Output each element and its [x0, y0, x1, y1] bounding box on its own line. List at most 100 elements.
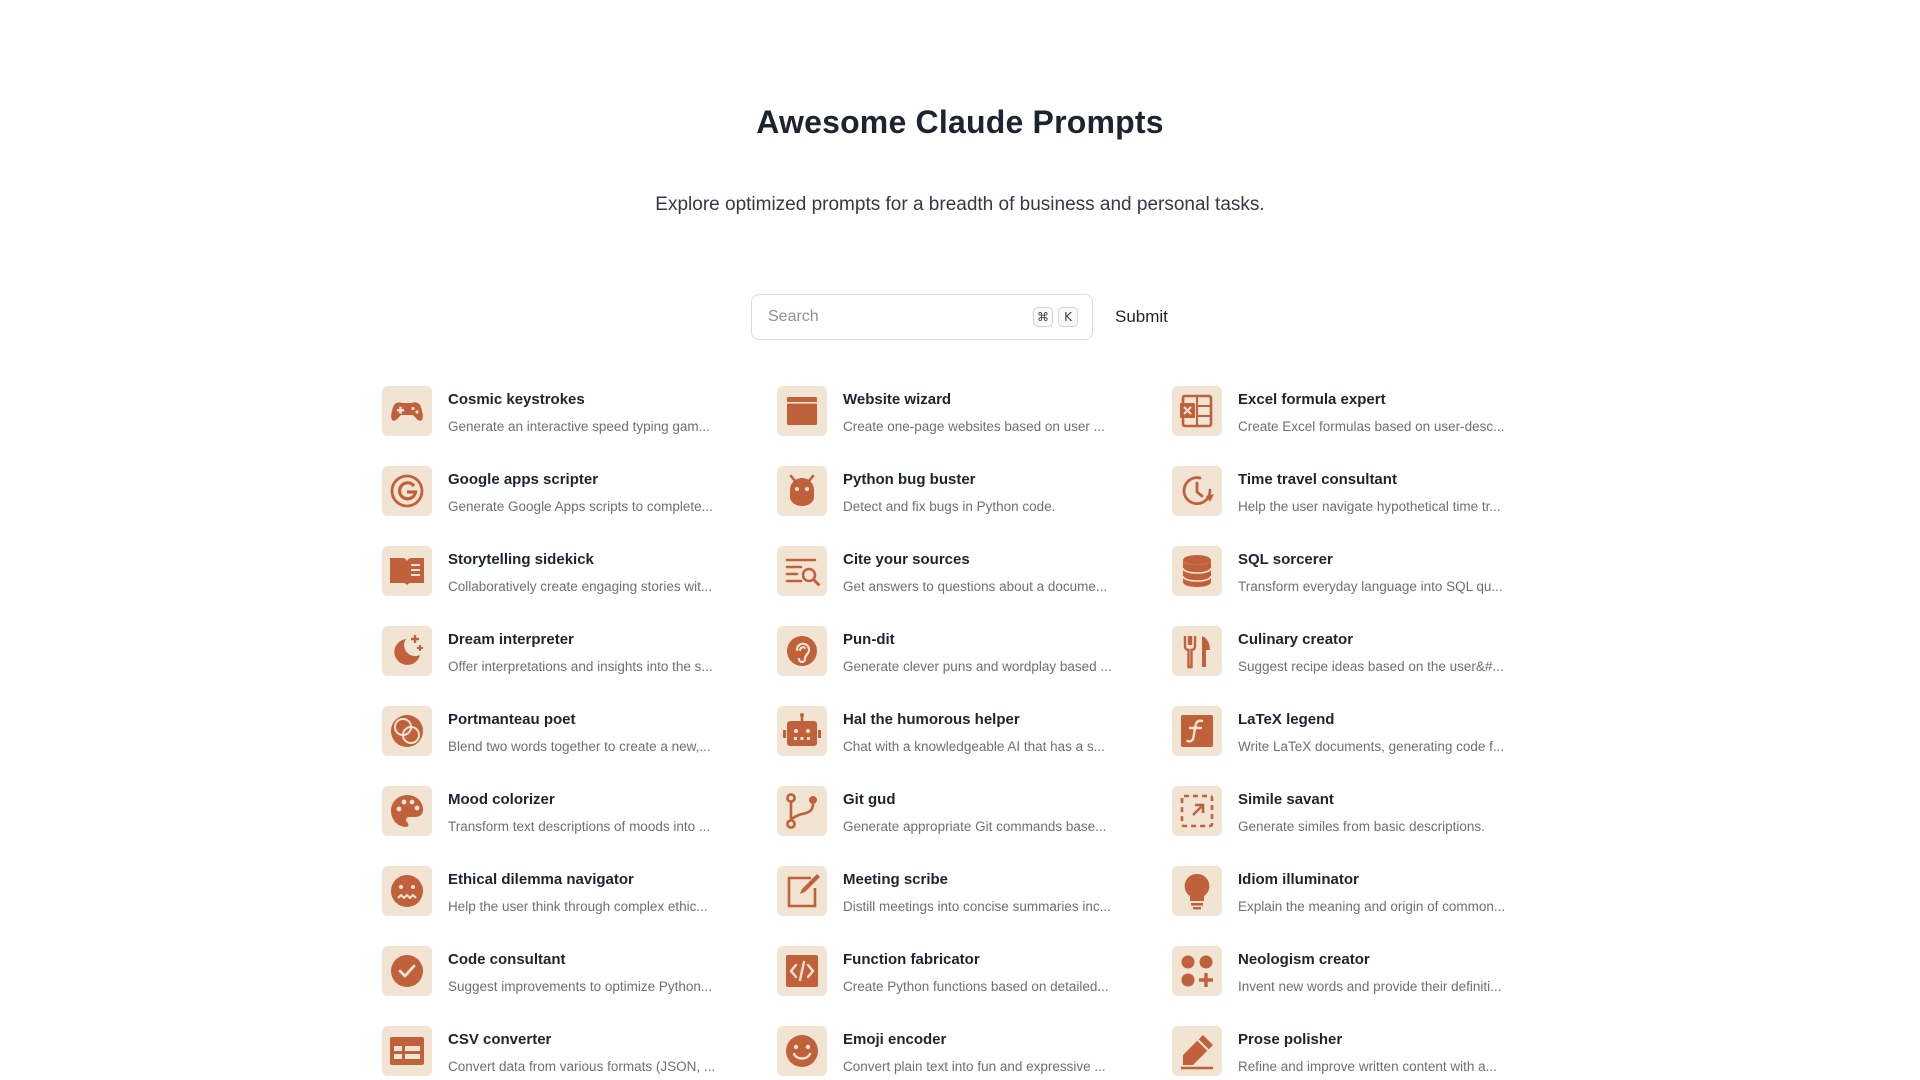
prompt-description: Generate clever puns and wordplay based … — [843, 659, 1112, 674]
search-box[interactable]: ⌘ K — [751, 294, 1093, 340]
prompt-title: Emoji encoder — [843, 1031, 947, 1048]
prompt-card[interactable]: Website wizard Create one-page websites b… — [777, 386, 1172, 466]
prompt-card[interactable]: Neologism creator Invent new words and pr… — [1172, 946, 1542, 1026]
prompt-title: Simile savant — [1238, 791, 1334, 808]
browser-window-icon — [777, 386, 827, 436]
prompt-description: Transform text descriptions of moods int… — [448, 819, 711, 834]
prompt-card[interactable]: Hal the humorous helper Chat with a knowl… — [777, 706, 1172, 786]
prompt-title: Idiom illuminator — [1238, 871, 1359, 888]
spreadsheet-icon — [1172, 386, 1222, 436]
prompt-description: Create Python functions based on detaile… — [843, 979, 1109, 994]
prompt-card[interactable]: Emoji encoder Convert plain text into fun… — [777, 1026, 1172, 1080]
prompt-title: Portmanteau poet — [448, 711, 576, 728]
prompt-description: Generate appropriate Git commands base..… — [843, 819, 1107, 834]
prompt-card[interactable]: Mood colorizer Transform text description… — [382, 786, 777, 866]
prompt-title: Hal the humorous helper — [843, 711, 1020, 728]
note-pencil-icon — [777, 866, 827, 916]
clock-icon — [1172, 466, 1222, 516]
prompt-card[interactable]: Dream interpreter Offer interpretations a… — [382, 626, 777, 706]
prompt-card-text: CSV converter Convert data from various f… — [448, 1026, 728, 1074]
circles-plus-icon — [1172, 946, 1222, 996]
fork-knife-icon — [1172, 626, 1222, 676]
prompt-card-text: Website wizard Create one-page websites b… — [843, 386, 1123, 434]
prompt-card[interactable]: Cosmic keystrokes Generate an interactive… — [382, 386, 777, 466]
prompt-title: Cosmic keystrokes — [448, 391, 585, 408]
prompt-title: Neologism creator — [1238, 951, 1370, 968]
prompt-card[interactable]: Pun-dit Generate clever puns and wordplay… — [777, 626, 1172, 706]
confused-face-icon — [382, 866, 432, 916]
prompt-description: Generate Google Apps scripts to complete… — [448, 499, 713, 514]
search-input[interactable] — [768, 308, 1028, 326]
check-circle-icon — [382, 946, 432, 996]
k-key-hint: K — [1058, 307, 1078, 327]
prompt-card[interactable]: CSV converter Convert data from various f… — [382, 1026, 777, 1080]
prompt-card-text: Culinary creator Suggest recipe ideas bas… — [1238, 626, 1518, 674]
prompt-title: Git gud — [843, 791, 896, 808]
prompt-card-text: Prose polisher Refine and improve written… — [1238, 1026, 1518, 1074]
prompt-description: Explain the meaning and origin of common… — [1238, 899, 1506, 914]
prompt-card[interactable]: Idiom illuminator Explain the meaning and… — [1172, 866, 1542, 946]
prompt-card[interactable]: Simile savant Generate similes from basic… — [1172, 786, 1542, 866]
prompt-card-text: Dream interpreter Offer interpretations a… — [448, 626, 728, 674]
palette-icon — [382, 786, 432, 836]
prompt-card-text: Ethical dilemma navigator Help the user t… — [448, 866, 728, 914]
prompt-title: Meeting scribe — [843, 871, 949, 888]
prompt-description: Suggest recipe ideas based on the user&#… — [1238, 659, 1504, 674]
bug-icon — [777, 466, 827, 516]
prompt-card-text: Simile savant Generate similes from basic… — [1238, 786, 1518, 834]
page-subtitle: Explore optimized prompts for a breadth … — [655, 194, 1265, 215]
prompt-description: Create Excel formulas based on user-desc… — [1238, 419, 1505, 434]
prompt-card[interactable]: Meeting scribe Distill meetings into conc… — [777, 866, 1172, 946]
prompt-card-text: Time travel consultant Help the user navi… — [1238, 466, 1518, 514]
prompt-card[interactable]: Portmanteau poet Blend two words together… — [382, 706, 777, 786]
prompt-description: Transform everyday language into SQL qu.… — [1238, 579, 1503, 594]
function-icon — [1172, 706, 1222, 756]
prompt-card-text: Emoji encoder Convert plain text into fun… — [843, 1026, 1123, 1074]
prompt-card[interactable]: Function fabricator Create Python functio… — [777, 946, 1172, 1026]
prompt-title: Excel formula expert — [1238, 391, 1386, 408]
prompt-description: Distill meetings into concise summaries … — [843, 899, 1111, 914]
code-icon — [777, 946, 827, 996]
prompt-title: Ethical dilemma navigator — [448, 871, 634, 888]
prompt-card[interactable]: Ethical dilemma navigator Help the user t… — [382, 866, 777, 946]
prompt-card[interactable]: Prose polisher Refine and improve written… — [1172, 1026, 1542, 1080]
prompt-library-page: Awesome Claude Prompts Explore optimized… — [0, 0, 1920, 1080]
prompt-description: Blend two words together to create a new… — [448, 739, 711, 754]
prompt-grid: Cosmic keystrokes Generate an interactive… — [382, 386, 1542, 1080]
prompt-title: LaTeX legend — [1238, 711, 1335, 728]
prompt-title: Mood colorizer — [448, 791, 555, 808]
prompt-card-text: Function fabricator Create Python functio… — [843, 946, 1123, 994]
prompt-description: Write LaTeX documents, generating code f… — [1238, 739, 1505, 754]
prompt-card[interactable]: Python bug buster Detect and fix bugs in … — [777, 466, 1172, 546]
moon-stars-icon — [382, 626, 432, 676]
gamepad-icon — [382, 386, 432, 436]
prompt-card[interactable]: LaTeX legend Write LaTeX documents, gener… — [1172, 706, 1542, 786]
prompt-card[interactable]: Google apps scripter Generate Google Apps… — [382, 466, 777, 546]
prompt-title: Cite your sources — [843, 551, 970, 568]
prompt-title: Culinary creator — [1238, 631, 1354, 648]
pencil-icon — [1172, 1026, 1222, 1076]
prompt-card-text: Idiom illuminator Explain the meaning and… — [1238, 866, 1518, 914]
smiley-icon — [777, 1026, 827, 1076]
prompt-description: Collaboratively create engaging stories … — [448, 579, 713, 594]
robot-icon — [777, 706, 827, 756]
database-icon — [1172, 546, 1222, 596]
prompt-card[interactable]: Time travel consultant Help the user navi… — [1172, 466, 1542, 546]
prompt-card[interactable]: Storytelling sidekick Collaboratively cre… — [382, 546, 777, 626]
prompt-card-text: Cite your sources Get answers to question… — [843, 546, 1123, 594]
page-title: Awesome Claude Prompts — [756, 104, 1164, 140]
git-branch-icon — [777, 786, 827, 836]
prompt-card[interactable]: Cite your sources Get answers to question… — [777, 546, 1172, 626]
prompt-card-text: Git gud Generate appropriate Git commands… — [843, 786, 1123, 834]
prompt-title: Pun-dit — [843, 631, 895, 648]
prompt-title: Function fabricator — [843, 951, 980, 968]
prompt-card[interactable]: Code consultant Suggest improvements to o… — [382, 946, 777, 1026]
prompt-card[interactable]: SQL sorcerer Transform everyday language … — [1172, 546, 1542, 626]
prompt-description: Offer interpretations and insights into … — [448, 659, 713, 674]
prompt-title: Time travel consultant — [1238, 471, 1397, 488]
prompt-card[interactable]: Culinary creator Suggest recipe ideas bas… — [1172, 626, 1542, 706]
prompt-card[interactable]: Git gud Generate appropriate Git commands… — [777, 786, 1172, 866]
prompt-card[interactable]: Excel formula expert Create Excel formula… — [1172, 386, 1542, 466]
prompt-card-text: Code consultant Suggest improvements to o… — [448, 946, 728, 994]
submit-button[interactable]: Submit — [1111, 301, 1172, 333]
